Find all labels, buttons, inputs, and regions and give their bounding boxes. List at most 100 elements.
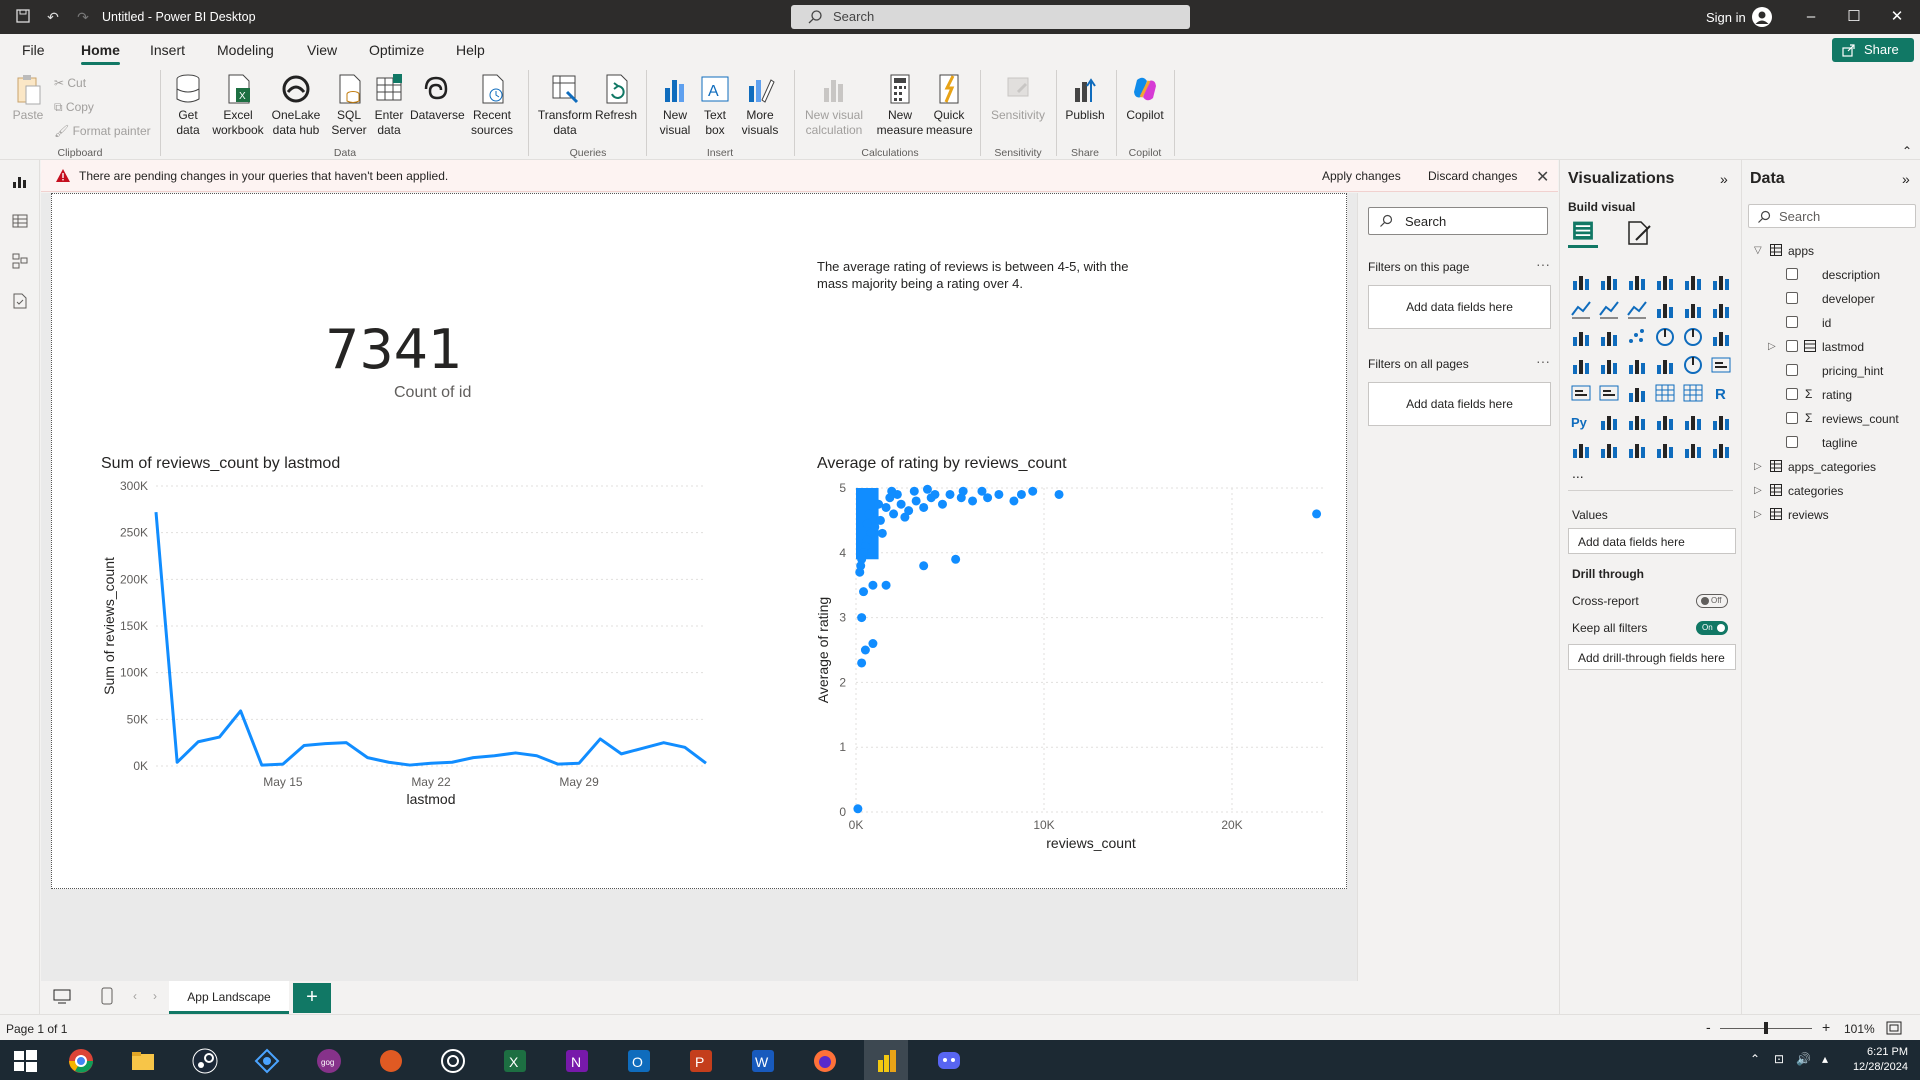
maximize-icon[interactable]: ☐	[1843, 6, 1865, 28]
field-checkbox[interactable]	[1786, 268, 1798, 280]
filters-search-input[interactable]: Search	[1368, 207, 1548, 235]
goals-icon[interactable]	[1710, 410, 1732, 432]
outlook-icon[interactable]: O	[626, 1048, 652, 1074]
chevron-down-icon[interactable]: ▽	[1754, 245, 1762, 256]
table-reviews[interactable]: reviews	[1788, 508, 1829, 522]
page-tab-app-landscape[interactable]: App Landscape	[169, 981, 289, 1014]
discord-icon[interactable]	[936, 1048, 962, 1074]
word-icon[interactable]: W	[750, 1048, 776, 1074]
line-chart-icon[interactable]	[1570, 298, 1592, 320]
qa-icon[interactable]	[1654, 410, 1676, 432]
collapse-pane-icon[interactable]: »	[1720, 171, 1728, 187]
ribbon-chart-icon[interactable]	[1654, 298, 1676, 320]
cut-button[interactable]: ✂ Cut	[54, 76, 86, 90]
tab-optimize[interactable]: Optimize	[369, 42, 424, 58]
network-icon[interactable]: ⊡	[1774, 1052, 1784, 1066]
powerpoint-icon[interactable]: P	[688, 1048, 714, 1074]
chrome-icon[interactable]	[68, 1048, 94, 1074]
copilot-button[interactable]: Copilot	[1122, 72, 1168, 123]
funnel-icon[interactable]	[1598, 326, 1620, 348]
more-options-icon[interactable]: ···	[1536, 256, 1550, 272]
python-visual-icon[interactable]: Py	[1570, 410, 1592, 432]
paste-button[interactable]: Paste	[10, 72, 46, 123]
field-checkbox[interactable]	[1786, 412, 1798, 424]
app-icon[interactable]	[378, 1048, 404, 1074]
next-page-icon[interactable]: ›	[153, 989, 157, 1003]
file-explorer-icon[interactable]	[130, 1048, 156, 1074]
new-visual-button[interactable]: New visual	[654, 72, 696, 138]
100-bar-icon[interactable]	[1682, 270, 1704, 292]
drill-through-drop-zone[interactable]: Add drill-through fields here	[1568, 644, 1736, 670]
sensitivity-button[interactable]: Sensitivity	[988, 72, 1048, 123]
table-apps-categories[interactable]: apps_categories	[1788, 460, 1876, 474]
stacked-area-icon[interactable]	[1626, 298, 1648, 320]
app-icon[interactable]	[254, 1048, 280, 1074]
recent-sources-button[interactable]: Recent sources	[464, 72, 520, 138]
collapse-pane-icon[interactable]: »	[1902, 171, 1910, 187]
enter-data-button[interactable]: Enter data	[370, 72, 408, 138]
zoom-slider-thumb[interactable]	[1764, 1022, 1768, 1034]
publish-button[interactable]: Publish	[1062, 72, 1108, 123]
tab-modeling[interactable]: Modeling	[217, 42, 274, 58]
slicer-icon[interactable]	[1626, 382, 1648, 404]
insight-textbox[interactable]: The average rating of reviews is between…	[817, 258, 1157, 292]
desktop-layout-icon[interactable]	[53, 989, 71, 1005]
model-view-icon[interactable]	[11, 252, 29, 270]
tab-home[interactable]: Home	[81, 42, 120, 65]
field-checkbox[interactable]	[1786, 292, 1798, 304]
close-icon[interactable]: ✕	[1536, 167, 1549, 187]
power-automate-icon[interactable]	[1626, 438, 1648, 460]
chevron-right-icon[interactable]: ▷	[1754, 509, 1762, 520]
apply-changes-button[interactable]: Apply changes	[1322, 169, 1401, 183]
new-measure-button[interactable]: New measure	[876, 72, 924, 138]
avatar[interactable]	[1752, 7, 1772, 27]
save-icon[interactable]	[14, 8, 32, 26]
line-column-icon[interactable]	[1682, 298, 1704, 320]
text-box-button[interactable]: A Text box	[698, 72, 732, 138]
field-checkbox[interactable]	[1786, 364, 1798, 376]
fit-to-page-icon[interactable]	[1886, 1021, 1902, 1035]
field-checkbox[interactable]	[1786, 316, 1798, 328]
dax-query-view-icon[interactable]	[11, 292, 29, 310]
excel-icon[interactable]: X	[502, 1048, 528, 1074]
onenote-icon[interactable]: N	[564, 1048, 590, 1074]
quick-measure-button[interactable]: Quick measure	[926, 72, 973, 138]
firefox-icon[interactable]	[812, 1048, 838, 1074]
chevron-right-icon[interactable]: ▷	[1754, 485, 1762, 496]
field-id[interactable]: id	[1822, 316, 1831, 330]
prev-page-icon[interactable]: ‹	[133, 989, 137, 1003]
tab-help[interactable]: Help	[456, 42, 485, 58]
keep-all-filters-toggle[interactable]: On	[1696, 621, 1728, 635]
format-visual-icon[interactable]	[1624, 218, 1654, 248]
copy-button[interactable]: ⧉ Copy	[54, 100, 94, 115]
zoom-out-icon[interactable]: -	[1706, 1019, 1711, 1035]
field-pricing-hint[interactable]: pricing_hint	[1822, 364, 1883, 378]
metrics-icon[interactable]	[1682, 438, 1704, 460]
field-reviews-count[interactable]: reviews_count	[1822, 412, 1899, 426]
tab-file[interactable]: File	[22, 42, 45, 58]
collapse-ribbon-icon[interactable]: ⌃	[1902, 144, 1912, 158]
field-lastmod[interactable]: lastmod	[1822, 340, 1864, 354]
ubisoft-icon[interactable]	[440, 1048, 466, 1074]
smart-narrative-icon[interactable]	[1654, 438, 1676, 460]
minimize-icon[interactable]: –	[1800, 6, 1822, 28]
dataverse-button[interactable]: Dataverse	[410, 72, 465, 123]
table-icon[interactable]	[1654, 382, 1676, 404]
share-button[interactable]: Share	[1832, 38, 1914, 62]
paginated-report-icon[interactable]	[1570, 438, 1592, 460]
r-visual-icon[interactable]: R	[1710, 382, 1732, 404]
field-checkbox[interactable]	[1786, 436, 1798, 448]
narrative-icon[interactable]	[1682, 410, 1704, 432]
zoom-in-icon[interactable]: +	[1822, 1019, 1830, 1035]
card-icon[interactable]	[1710, 354, 1732, 376]
donut-icon[interactable]	[1682, 326, 1704, 348]
excel-workbook-button[interactable]: X Excel workbook	[211, 72, 265, 138]
stacked-column-icon[interactable]	[1598, 270, 1620, 292]
cross-report-toggle[interactable]: Off	[1696, 594, 1728, 608]
matrix-icon[interactable]	[1682, 382, 1704, 404]
map-icon[interactable]	[1570, 354, 1592, 376]
treemap-icon[interactable]	[1710, 326, 1732, 348]
windows-start-icon[interactable]	[12, 1048, 38, 1074]
table-categories[interactable]: categories	[1788, 484, 1843, 498]
scatter-icon[interactable]	[1626, 326, 1648, 348]
